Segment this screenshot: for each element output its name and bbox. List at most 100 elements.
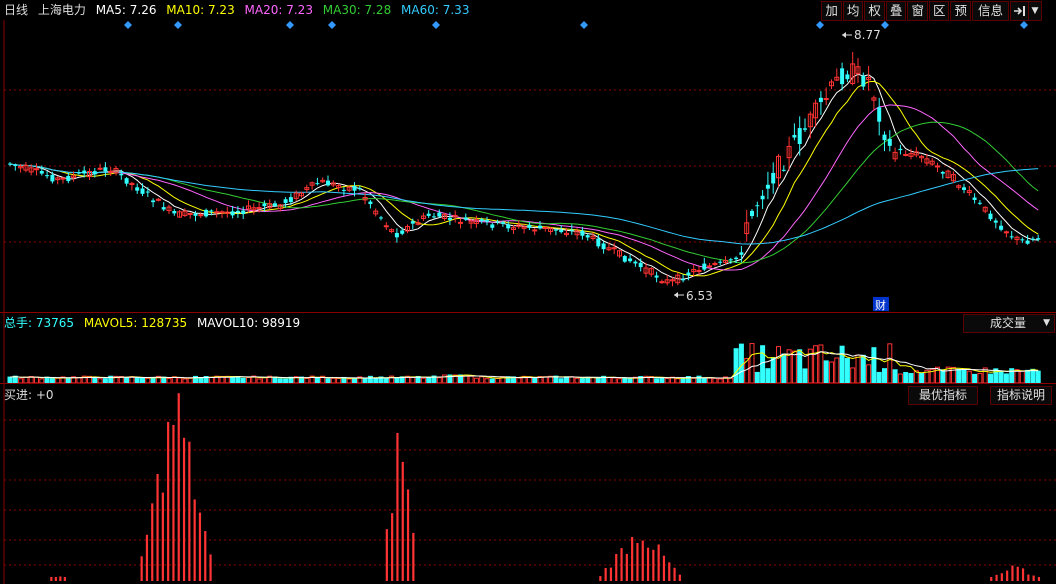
volume-bar (738, 343, 744, 384)
volume-bar (802, 368, 808, 384)
candle-body (622, 256, 627, 262)
event-diamond-icon (286, 21, 294, 29)
candle-body (495, 221, 500, 223)
buy-signal-bar (182, 437, 186, 581)
volume-bar (818, 344, 824, 384)
candle-body (50, 174, 55, 182)
buy-signal-bar (406, 489, 410, 581)
candle-body (734, 257, 739, 260)
candle-body (219, 211, 225, 214)
buy-signal-bar (625, 553, 628, 581)
candle-body (119, 173, 124, 176)
candle-body (638, 262, 643, 268)
candle-body (262, 203, 267, 207)
event-diamond-icon (1020, 21, 1028, 29)
volume-bar (993, 368, 999, 384)
candle-body (771, 172, 776, 184)
buy-signal-bar (620, 548, 623, 581)
candle-body (437, 212, 442, 217)
volume-bar (829, 361, 834, 384)
candle-body (601, 243, 606, 250)
candle-body (1030, 238, 1035, 240)
volume-bar (908, 373, 914, 384)
buy-signal-bar (657, 544, 660, 581)
candle-body (60, 177, 66, 180)
candle-body (209, 210, 214, 212)
candlesticks[interactable] (8, 52, 1041, 287)
buy-signal-bar (401, 461, 404, 581)
candle-body (256, 206, 262, 209)
candle-body (935, 165, 940, 168)
buy-signal-bar (59, 576, 62, 581)
candle-body (432, 216, 436, 218)
buy-signal-bar (167, 421, 170, 581)
candle-body (633, 261, 638, 264)
candle-body (628, 258, 633, 262)
candle-body (241, 210, 246, 215)
volume-bar (760, 345, 766, 384)
volume-bar (871, 347, 877, 384)
volume-bar (765, 368, 771, 384)
buy-signal-bar (50, 577, 53, 581)
candle-body (394, 232, 399, 238)
volume-total: 总手: 73765 (4, 316, 75, 330)
ma-line (9, 73, 1039, 280)
event-diamond-icon (328, 21, 336, 29)
candle-body (611, 247, 617, 250)
candle-body (379, 217, 383, 219)
buy-signal-bar (198, 512, 202, 581)
candle-body (659, 281, 665, 284)
volume-selector[interactable]: 成交量 ▼ (963, 314, 1055, 333)
candle-body (898, 148, 903, 151)
candle-body (352, 185, 357, 191)
best-indicator-button[interactable]: 最优指标 (908, 386, 978, 405)
event-diamond-icon (174, 21, 182, 29)
buy-signal-bar (1021, 568, 1025, 581)
volume-bar (956, 368, 962, 384)
buy-signal-bar (1032, 575, 1035, 581)
candle-body (596, 238, 601, 247)
candle-body (569, 229, 574, 231)
volume-bar (972, 373, 978, 384)
volume-bar (892, 369, 898, 384)
volume-bar (834, 357, 840, 384)
volume-bar (839, 345, 845, 384)
candle-body (993, 220, 998, 223)
candle-body (707, 265, 713, 268)
candle-body (187, 212, 193, 215)
candle-body (400, 230, 405, 234)
event-markers[interactable] (124, 21, 1028, 29)
candle-body (97, 167, 103, 170)
candle-body (198, 214, 204, 217)
candle-body (654, 275, 659, 278)
candle-body (66, 175, 71, 182)
event-diamond-icon (881, 21, 889, 29)
volume-selector-label: 成交量 (990, 316, 1027, 330)
candle-body (368, 201, 373, 205)
candle-body (479, 219, 484, 222)
candle-body (818, 97, 823, 102)
buy-signal-bar (161, 492, 164, 581)
candle-body (82, 170, 87, 174)
buy-signal-bar (145, 534, 149, 581)
candle-body (972, 197, 977, 200)
volume-bar (882, 368, 887, 384)
candle-body (135, 187, 140, 191)
buy-signal-bar (1037, 577, 1041, 581)
candle-body (728, 259, 733, 261)
candle-body (490, 224, 495, 228)
candle-body (712, 262, 718, 265)
candle-body (463, 217, 468, 220)
buy-signal-bar (1000, 573, 1003, 581)
buy-signal-bar (151, 503, 154, 581)
buy-indicator-bars (50, 393, 1041, 581)
event-diamond-icon (580, 21, 588, 29)
indicator-help-button[interactable]: 指标说明 (990, 386, 1052, 405)
candle-body (193, 213, 198, 216)
candle-body (718, 261, 723, 263)
candle-body (485, 220, 489, 222)
volume-bar (866, 364, 872, 384)
candle-body (739, 252, 744, 255)
candle-body (92, 171, 97, 175)
candle-body (383, 225, 389, 228)
